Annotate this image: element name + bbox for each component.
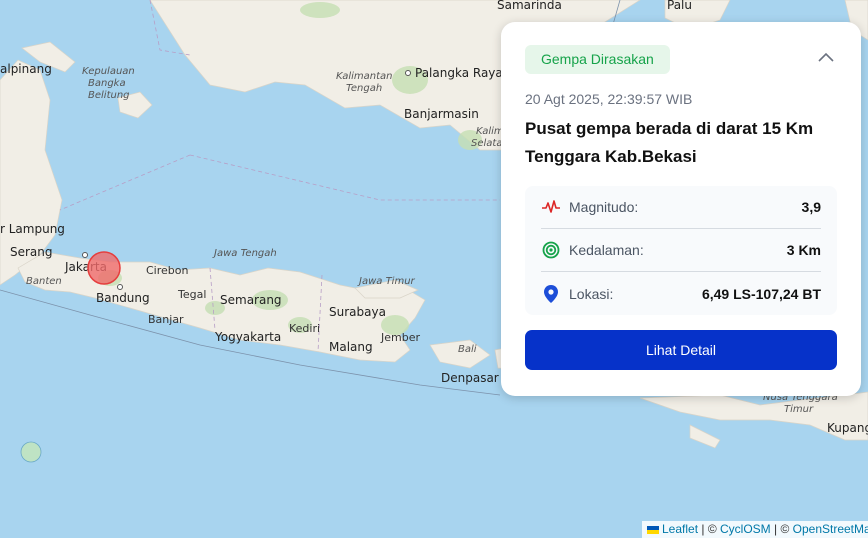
label-surabaya: Surabaya — [329, 305, 386, 319]
label-samarinda: Samarinda — [497, 0, 562, 12]
leaflet-link[interactable]: Leaflet — [662, 522, 698, 536]
label-bandung: Bandung — [96, 291, 150, 305]
attribution-separator: | © — [770, 522, 793, 536]
view-detail-button[interactable]: Lihat Detail — [525, 330, 837, 370]
openstreetmap-link[interactable]: OpenStreetMap — [793, 522, 868, 536]
map-attribution: Leaflet | © CyclOSM | © OpenStreetMap — [642, 521, 868, 538]
depth-value: 3 Km — [786, 242, 821, 258]
label-ntt-2: Timur — [784, 404, 814, 415]
felt-badge: Gempa Dirasakan — [525, 45, 670, 74]
label-kep-bangka-1: Kepulauan — [82, 66, 135, 77]
label-jember: Jember — [380, 331, 420, 344]
label-kalteng-2: Tengah — [346, 83, 382, 94]
earthquake-info-card: Gempa Dirasakan 20 Agt 2025, 22:39:57 WI… — [501, 22, 861, 396]
pulse-icon — [541, 197, 561, 217]
label-malang: Malang — [329, 340, 373, 354]
label-kep-bangka-3: Belitung — [88, 90, 130, 101]
label-cirebon: Cirebon — [146, 264, 188, 277]
label-kupang: Kupang — [827, 421, 868, 435]
map-pin-icon — [541, 284, 561, 304]
label-bali: Bali — [458, 344, 477, 355]
chevron-up-icon[interactable] — [817, 50, 835, 64]
depth-label: Kedalaman: — [569, 242, 644, 258]
magnitude-value: 3,9 — [801, 199, 821, 215]
epicenter-marker[interactable] — [87, 251, 121, 285]
label-denpasar: Denpasar — [441, 371, 499, 385]
label-palangka-raya: Palangka Raya — [415, 66, 503, 80]
attribution-separator: | © — [698, 522, 720, 536]
label-kediri: Kediri — [289, 322, 320, 335]
label-alpinang: alpinang — [0, 62, 52, 76]
cyclosm-link[interactable]: CyclOSM — [720, 522, 771, 536]
label-kalteng-1: Kalimantan — [336, 71, 392, 82]
event-datetime: 20 Agt 2025, 22:39:57 WIB — [525, 91, 693, 107]
label-tegal: Tegal — [177, 288, 206, 301]
location-value: 6,49 LS-107,24 BT — [701, 285, 821, 302]
row-depth: Kedalaman: 3 Km — [541, 229, 821, 272]
row-location: Lokasi: 6,49 LS-107,24 BT — [541, 272, 821, 315]
magnitude-label: Magnitudo: — [569, 199, 639, 215]
label-palu: Palu — [667, 0, 692, 12]
ukraine-flag-icon — [647, 525, 659, 534]
label-banjar: Banjar — [148, 313, 184, 326]
row-magnitude: Magnitudo: 3,9 — [541, 186, 821, 229]
target-icon — [541, 240, 561, 260]
label-yogyakarta: Yogyakarta — [214, 330, 281, 344]
label-banten: Banten — [26, 276, 62, 287]
info-panel: Magnitudo: 3,9 Kedalaman: 3 Km Lokasi: 6… — [525, 186, 837, 315]
event-headline: Pusat gempa berada di darat 15 Km Tengga… — [525, 119, 814, 166]
label-jawa-tengah: Jawa Tengah — [212, 248, 277, 259]
label-lampung: r Lampung — [0, 222, 65, 236]
label-kep-bangka-2: Bangka — [88, 78, 126, 89]
label-banjarmasin: Banjarmasin — [404, 107, 479, 121]
label-semarang: Semarang — [220, 293, 282, 307]
label-jawa-timur: Jawa Timur — [357, 276, 416, 287]
location-label: Lokasi: — [569, 285, 614, 302]
label-serang: Serang — [10, 245, 53, 259]
